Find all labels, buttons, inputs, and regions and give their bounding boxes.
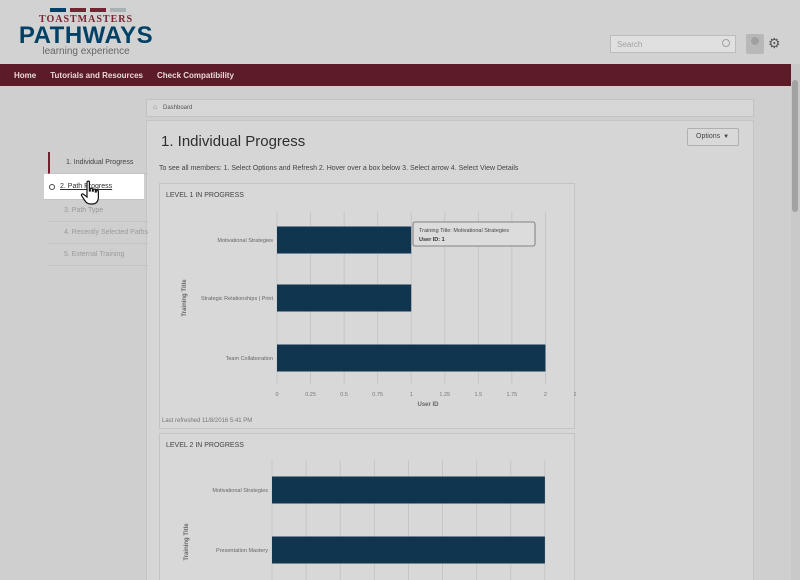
bar-chart-level-2: Motivational Strategies Presentation Mast… — [184, 460, 546, 580]
pathways-logo[interactable]: TOASTMASTERS PATHWAYS learning experienc… — [16, 8, 156, 60]
chart-card-level-2: LEVEL 2 IN PROGRESS Motivational Strateg… — [159, 433, 575, 580]
options-label: Options — [696, 133, 721, 140]
logo-bar — [110, 8, 126, 12]
bar — [272, 476, 545, 504]
x-tick-label: 1.25 — [439, 392, 450, 398]
x-tick-label: 0 — [275, 392, 278, 398]
bar-chart-level-1: 0 0.25 0.5 0.75 1 1.25 1.5 1.75 2 2.25 Motivationa… — [182, 212, 576, 408]
sidebar-item-external-training[interactable]: 5. External Training — [48, 244, 148, 266]
tooltip-title: Training Title: Motivational Strategies — [419, 228, 509, 234]
y-axis-title: Training Title — [182, 279, 188, 317]
chart-card-level-1: LEVEL 1 IN PROGRESS 0 0.25 0.5 0.75 1 1.25 1.5… — [159, 183, 576, 429]
breadcrumb: ⌂ Dashboard — [146, 99, 754, 117]
avatar[interactable] — [746, 34, 764, 54]
bar — [277, 344, 546, 372]
chevron-down-icon: ▼ — [723, 134, 730, 140]
main-panel: 1. Individual Progress Options ▼ To see a… — [146, 120, 754, 580]
search-icon[interactable] — [722, 39, 730, 47]
scrollbar-thumb[interactable] — [792, 80, 798, 212]
instructions-text: To see all members: 1. Select Options an… — [159, 165, 519, 172]
breadcrumb-dashboard[interactable]: Dashboard — [163, 105, 192, 111]
x-tick-label: 1.5 — [475, 392, 483, 398]
x-tick-label: 1 — [410, 392, 413, 398]
y-category-label: Team Collaboration — [226, 356, 273, 362]
x-tick-label: 2 — [544, 392, 547, 398]
y-category-label: Presentation Mastery — [216, 548, 268, 554]
gear-icon[interactable]: ⚙ — [768, 35, 781, 52]
x-tick-label: 0.5 — [340, 392, 348, 398]
nav-home[interactable]: Home — [14, 71, 36, 80]
last-refreshed: Last refreshed 11/8/2016 5:41 PM — [162, 418, 253, 424]
y-category-label: Strategic Relationships | Print — [201, 296, 274, 302]
y-axis-title: Training Title — [184, 523, 190, 561]
tooltip-value: User ID: 1 — [419, 237, 445, 243]
home-icon[interactable]: ⌂ — [153, 104, 157, 111]
logo-bar — [50, 8, 66, 12]
sidebar: 1. Individual Progress 2. Path Progress … — [44, 152, 148, 266]
x-axis-title: User ID — [417, 402, 439, 408]
sidebar-item-individual-progress[interactable]: 1. Individual Progress — [48, 152, 148, 174]
nav-check-compatibility[interactable]: Check Compatibility — [157, 71, 234, 80]
nav-tutorials[interactable]: Tutorials and Resources — [50, 71, 143, 80]
hand-cursor-icon — [80, 180, 99, 205]
x-tick-label: 0.75 — [372, 392, 383, 398]
bar — [277, 226, 412, 254]
logo-bar — [70, 8, 86, 12]
search-input[interactable]: Search — [610, 35, 736, 53]
page-title: 1. Individual Progress — [161, 133, 306, 150]
radio-icon — [49, 184, 55, 190]
logo-pathways: PATHWAYS — [18, 22, 154, 49]
main-nav: Home Tutorials and Resources Check Compa… — [0, 64, 800, 86]
x-tick-label: 2.25 — [574, 392, 576, 398]
x-tick-label: 1.75 — [507, 392, 518, 398]
sidebar-item-recently-selected-paths[interactable]: 4. Recently Selected Paths — [48, 222, 148, 244]
logo-bars — [20, 8, 156, 12]
header: TOASTMASTERS PATHWAYS learning experienc… — [0, 0, 800, 64]
y-category-label: Motivational Strategies — [212, 488, 268, 494]
bar — [272, 536, 545, 564]
x-tick-label: 0.25 — [305, 392, 316, 398]
options-button[interactable]: Options ▼ — [687, 128, 739, 146]
bar — [277, 284, 412, 312]
y-category-label: Motivational Strategies — [217, 238, 273, 244]
logo-bar — [90, 8, 106, 12]
